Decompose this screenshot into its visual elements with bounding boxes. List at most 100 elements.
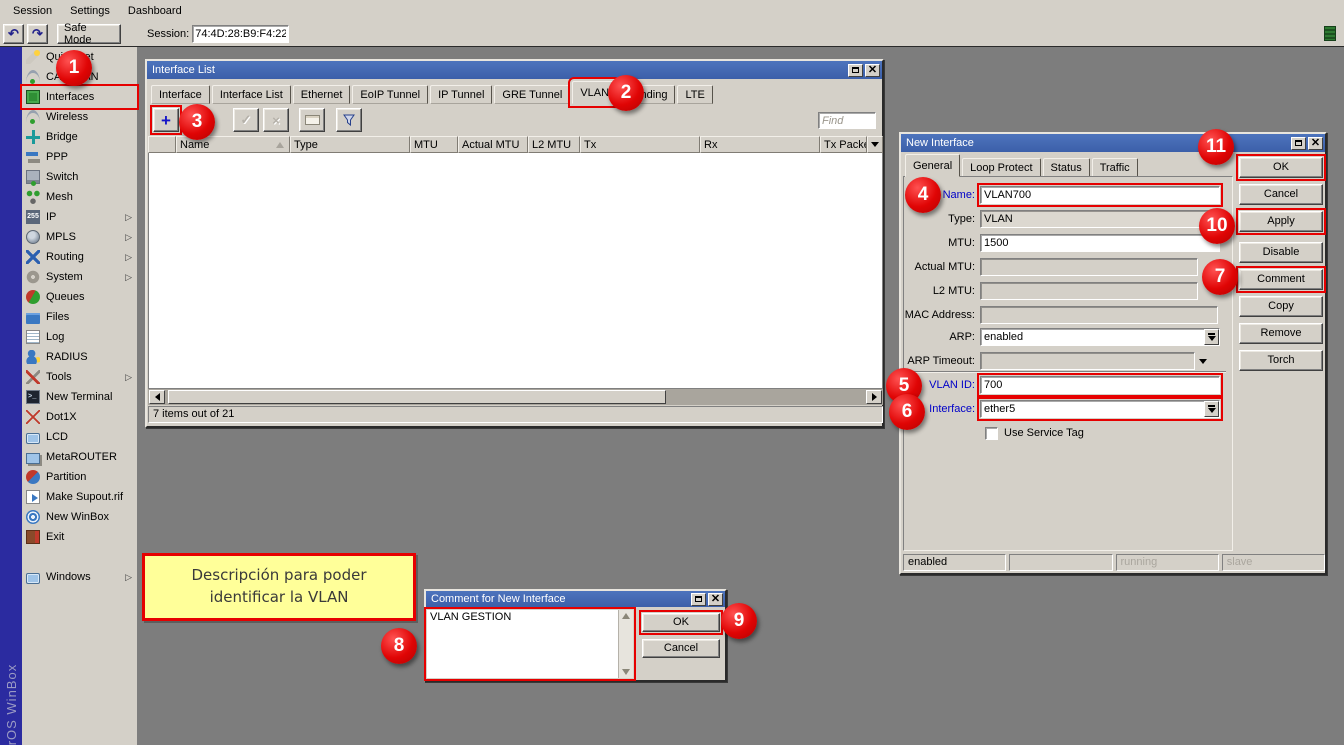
l2-mtu-input[interactable] [980,282,1198,300]
tab-eoip-tunnel[interactable]: EoIP Tunnel [352,85,428,104]
sidebar-item-exit[interactable]: Exit [23,527,136,547]
tab-interface[interactable]: Interface [151,85,210,104]
sidebar-item-queues[interactable]: Queues [23,287,136,307]
sidebar-item-routing[interactable]: Routing▷ [23,247,136,267]
sidebar-item-wireless[interactable]: Wireless [23,107,136,127]
column-header-type[interactable]: Type [290,136,410,153]
vertical-scrollbar[interactable] [618,610,633,678]
sidebar-item-dot1x[interactable]: Dot1X [23,407,136,427]
arp-timeout-input[interactable] [980,352,1195,370]
sidebar-item-metarouter[interactable]: MetaROUTER [23,447,136,467]
interface-list-titlebar[interactable]: Interface List ✕ [147,61,882,79]
find-input[interactable] [818,112,876,129]
sidebar-item-files[interactable]: Files [23,307,136,327]
sidebar-item-ppp[interactable]: PPP [23,147,136,167]
comment-cancel-button[interactable]: Cancel [642,639,720,658]
comment-button[interactable]: Comment [1239,269,1323,290]
add-button[interactable]: + [153,108,179,132]
tab-interface-list[interactable]: Interface List [212,85,291,104]
sidebar-item-mpls[interactable]: MPLS▷ [23,227,136,247]
maximize-button[interactable] [691,593,706,606]
apply-button[interactable]: Apply [1239,211,1323,232]
copy-button[interactable]: Copy [1239,296,1323,317]
column-options-button[interactable] [867,136,883,153]
sidebar-item-lcd[interactable]: LCD [23,427,136,447]
column-header-rx[interactable]: Rx [700,136,820,153]
column-header-tx-packe[interactable]: Tx Packe [820,136,867,153]
scroll-up-icon[interactable] [622,613,630,619]
arp-timeout-dropdown-icon[interactable] [1199,359,1207,364]
sidebar-item-bridge[interactable]: Bridge [23,127,136,147]
column-header-select[interactable] [148,136,176,153]
comment-tool-button[interactable] [299,108,325,132]
actual-mtu-input[interactable] [980,258,1198,276]
menu-settings[interactable]: Settings [61,2,119,20]
menu-dashboard[interactable]: Dashboard [119,2,191,20]
type-input[interactable] [980,210,1218,228]
horizontal-scrollbar[interactable] [148,389,883,405]
comment-text[interactable]: VLAN GESTION [427,610,618,678]
comment-textarea[interactable]: VLAN GESTION [427,610,633,678]
menu-session[interactable]: Session [4,2,61,20]
redo-button[interactable]: ↷ [27,24,48,44]
disable-button[interactable]: × [263,108,289,132]
tab-ethernet[interactable]: Ethernet [293,85,351,104]
sidebar-item-partition[interactable]: Partition [23,467,136,487]
name-input[interactable] [980,186,1220,204]
enable-button[interactable]: ✓ [233,108,259,132]
column-header-l2-mtu[interactable]: L2 MTU [528,136,580,153]
torch-button[interactable]: Torch [1239,350,1323,371]
tab-status[interactable]: Status [1043,158,1090,177]
session-input[interactable] [192,25,289,43]
arp-input[interactable] [981,329,1204,345]
use-service-tag-checkbox[interactable] [985,427,998,440]
cancel-button[interactable]: Cancel [1239,184,1323,205]
column-header-actual-mtu[interactable]: Actual MTU [458,136,528,153]
column-header-mtu[interactable]: MTU [410,136,458,153]
sidebar-item-system[interactable]: System▷ [23,267,136,287]
close-button[interactable]: ✕ [865,64,880,77]
comment-dialog-titlebar[interactable]: Comment for New Interface ✕ [426,591,725,607]
undo-button[interactable]: ↶ [3,24,24,44]
interface-combobox[interactable] [980,400,1220,418]
mtu-input[interactable] [980,234,1220,252]
scroll-left-button[interactable] [149,390,165,404]
tab-ip-tunnel[interactable]: IP Tunnel [430,85,492,104]
column-header-tx[interactable]: Tx [580,136,700,153]
filter-button[interactable] [336,108,362,132]
close-button[interactable]: ✕ [1308,137,1323,150]
arp-combobox[interactable] [980,328,1220,346]
sidebar-item-switch[interactable]: Switch [23,167,136,187]
sidebar-item-windows[interactable]: Windows▷ [23,567,136,587]
remove-button[interactable]: Remove [1239,323,1323,344]
tab-lte[interactable]: LTE [677,85,712,104]
comment-ok-button[interactable]: OK [642,613,720,632]
safe-mode-button[interactable]: Safe Mode [57,24,121,44]
sidebar-item-radius[interactable]: RADIUS [23,347,136,367]
sidebar-item-mesh[interactable]: Mesh [23,187,136,207]
scrollbar-thumb[interactable] [168,390,666,404]
maximize-button[interactable] [848,64,863,77]
sidebar-item-make-supout-rif[interactable]: Make Supout.rif [23,487,136,507]
sidebar-item-log[interactable]: Log [23,327,136,347]
mac-address-input[interactable] [980,306,1218,324]
close-button[interactable]: ✕ [708,593,723,606]
ok-button[interactable]: OK [1239,157,1323,178]
sidebar-item-new-terminal[interactable]: New Terminal [23,387,136,407]
sidebar-item-tools[interactable]: Tools▷ [23,367,136,387]
interface-input[interactable] [981,401,1204,417]
interface-dropdown-button[interactable] [1204,401,1219,417]
tab-gre-tunnel[interactable]: GRE Tunnel [494,85,570,104]
tab-loop-protect[interactable]: Loop Protect [962,158,1040,177]
scroll-down-icon[interactable] [622,669,630,675]
sidebar-item-ip[interactable]: IP▷ [23,207,136,227]
new-interface-titlebar[interactable]: New Interface ✕ [901,134,1325,152]
tab-traffic[interactable]: Traffic [1092,158,1138,177]
scroll-right-button[interactable] [866,390,882,404]
maximize-button[interactable] [1291,137,1306,150]
vlan-id-input[interactable] [980,376,1220,394]
disable-button[interactable]: Disable [1239,242,1323,263]
arp-dropdown-button[interactable] [1204,329,1219,345]
sidebar-item-interfaces[interactable]: Interfaces [23,87,136,107]
sidebar-item-new-winbox[interactable]: New WinBox [23,507,136,527]
